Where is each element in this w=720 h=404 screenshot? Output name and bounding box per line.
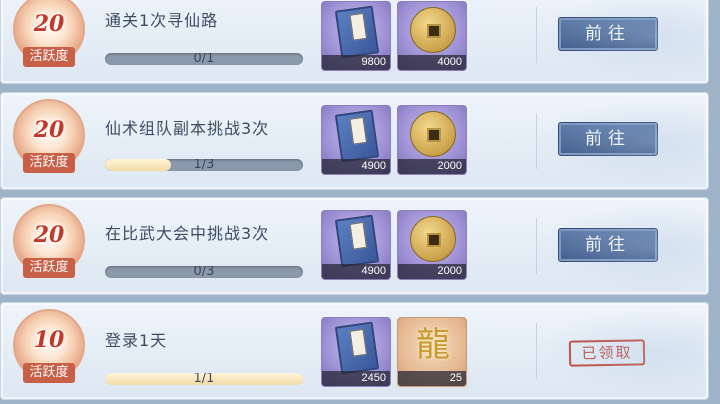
reward-quantity: 4900 [322, 264, 390, 279]
progress-bar: 1/3 [105, 159, 303, 171]
reward-quantity: 9800 [322, 55, 390, 70]
activity-medal: 20 活跃度 [13, 0, 85, 67]
task-title: 登录1天 [105, 331, 168, 350]
reward-quantity: 2000 [398, 159, 466, 174]
task-title: 通关1次寻仙路 [105, 11, 219, 30]
go-button[interactable]: 前往 [558, 228, 658, 262]
activity-label: 活跃度 [23, 363, 75, 383]
go-button[interactable]: 前往 [558, 122, 658, 156]
reward-item-book[interactable]: 2450 [321, 317, 391, 387]
progress-text: 1/3 [193, 159, 215, 171]
task-row: 20 活跃度 在比武大会中挑战3次 0/3 4900 2000 前往 [0, 197, 709, 295]
reward-item-book[interactable]: 4900 [321, 105, 391, 175]
divider [536, 7, 537, 63]
reward-item-coin[interactable]: 2000 [397, 105, 467, 175]
activity-label: 活跃度 [23, 47, 75, 67]
task-row: 20 活跃度 仙术组队副本挑战3次 1/3 4900 2000 前往 [0, 92, 709, 190]
reward-item-dragon[interactable]: 龍 25 [397, 317, 467, 387]
progress-text: 1/1 [193, 373, 215, 385]
reward-quantity: 4900 [322, 159, 390, 174]
claimed-stamp: 已领取 [568, 339, 646, 367]
reward-item-coin[interactable]: 4000 [397, 1, 467, 71]
copper-coin-icon [410, 216, 456, 262]
reward-quantity: 2450 [322, 371, 390, 386]
task-row: 10 活跃度 登录1天 1/1 2450 龍 25 已领取 [0, 302, 709, 400]
task-row: 20 活跃度 通关1次寻仙路 0/1 9800 4000 前往 [0, 0, 709, 84]
divider [536, 113, 537, 169]
progress-text: 0/3 [193, 266, 215, 278]
golden-dragon-icon: 龍 [416, 325, 450, 365]
go-button[interactable]: 前往 [558, 17, 658, 51]
reward-quantity: 4000 [398, 55, 466, 70]
reward-item-coin[interactable]: 2000 [397, 210, 467, 280]
progress-bar: 0/3 [105, 266, 303, 278]
copper-coin-icon [410, 7, 456, 53]
progress-bar: 1/1 [105, 373, 303, 385]
activity-points: 20 [33, 222, 65, 248]
progress-text: 0/1 [193, 53, 215, 65]
activity-medal: 20 活跃度 [13, 99, 85, 173]
reward-item-book[interactable]: 9800 [321, 1, 391, 71]
blue-book-icon [334, 109, 380, 163]
task-title: 仙术组队副本挑战3次 [105, 119, 270, 138]
divider [536, 218, 537, 274]
reward-item-book[interactable]: 4900 [321, 210, 391, 280]
blue-book-icon [334, 214, 380, 268]
activity-medal: 10 活跃度 [13, 309, 85, 383]
reward-quantity: 2000 [398, 264, 466, 279]
blue-book-icon [334, 321, 380, 375]
activity-points: 20 [33, 11, 65, 37]
activity-label: 活跃度 [23, 258, 75, 278]
activity-points: 10 [33, 327, 65, 353]
activity-medal: 20 活跃度 [13, 204, 85, 278]
activity-label: 活跃度 [23, 153, 75, 173]
activity-points: 20 [33, 117, 65, 143]
copper-coin-icon [410, 111, 456, 157]
progress-bar: 0/1 [105, 53, 303, 65]
divider [536, 323, 537, 379]
task-title: 在比武大会中挑战3次 [105, 224, 270, 243]
blue-book-icon [334, 5, 380, 59]
reward-quantity: 25 [398, 371, 466, 386]
